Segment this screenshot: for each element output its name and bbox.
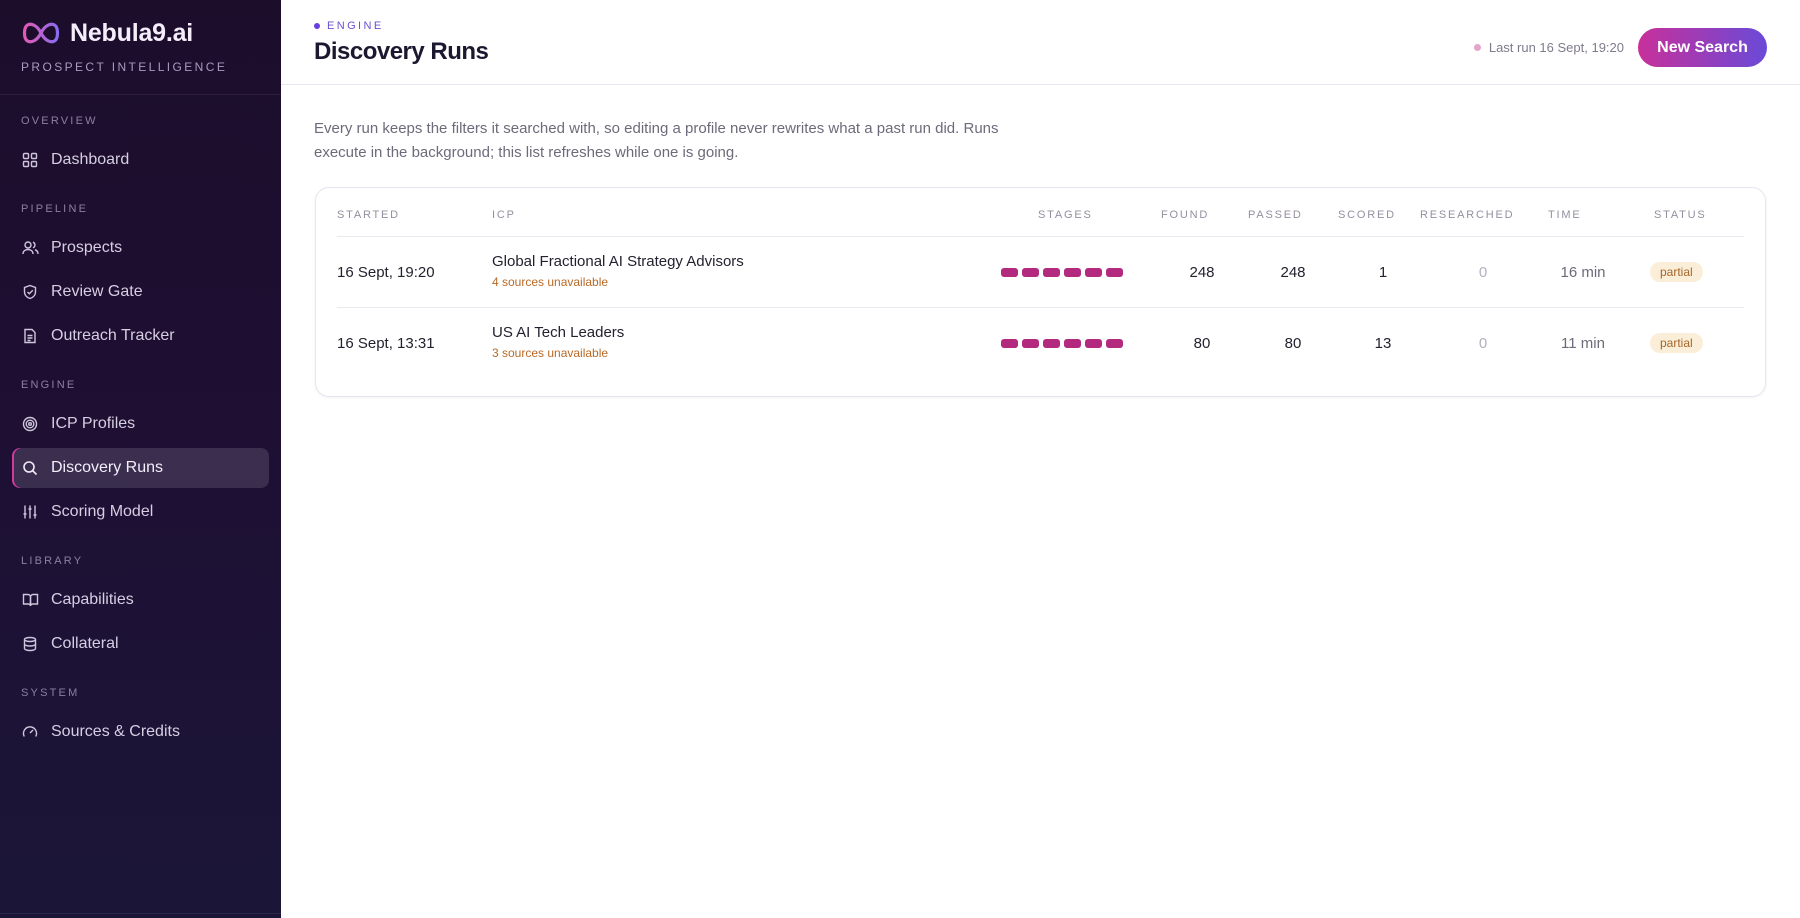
- stage-segment: [1022, 268, 1039, 277]
- sidebar-item-review-gate[interactable]: Review Gate: [12, 272, 269, 312]
- sidebar-footer-divider: [0, 913, 281, 914]
- passed-cell: 80: [1284, 335, 1302, 352]
- stages-indicator: [1001, 268, 1123, 277]
- sidebar-item-label: Capabilities: [51, 591, 134, 608]
- nav-section-system: SYSTEM: [21, 687, 80, 699]
- passed-cell: 248: [1280, 264, 1306, 281]
- column-header-time: TIME: [1548, 209, 1582, 221]
- brand-name: Nebula9.ai: [70, 18, 194, 47]
- sources-warning: 4 sources unavailable: [492, 275, 609, 289]
- table-row[interactable]: 16 Sept, 19:20 Global Fractional AI Stra…: [337, 237, 1744, 308]
- infinity-logo-icon: [21, 18, 61, 48]
- icp-cell[interactable]: US AI Tech Leaders 3 sources unavailable: [492, 324, 624, 360]
- scored-cell: 13: [1374, 335, 1392, 352]
- nav-section-engine: ENGINE: [21, 379, 77, 391]
- sidebar-item-dashboard[interactable]: Dashboard: [12, 140, 269, 180]
- status-badge: partial: [1650, 333, 1703, 353]
- icp-name: Global Fractional AI Strategy Advisors: [492, 253, 744, 270]
- table-row[interactable]: 16 Sept, 13:31 US AI Tech Leaders 3 sour…: [337, 308, 1744, 379]
- scored-cell: 1: [1378, 264, 1388, 281]
- sidebar-item-discovery-runs[interactable]: Discovery Runs: [12, 448, 269, 488]
- nav-section-pipeline: PIPELINE: [21, 203, 89, 215]
- icp-name: US AI Tech Leaders: [492, 324, 625, 341]
- grid-icon: [21, 151, 39, 169]
- time-cell: 16 min: [1560, 264, 1606, 281]
- time-cell: 11 min: [1561, 335, 1605, 352]
- found-cell: 80: [1193, 335, 1211, 352]
- eyebrow-label: ENGINE: [327, 20, 384, 32]
- column-header-researched: RESEARCHED: [1420, 209, 1515, 221]
- sidebar-item-label: Sources & Credits: [51, 723, 180, 740]
- nav-section-overview: OVERVIEW: [21, 115, 98, 127]
- users-icon: [21, 239, 39, 257]
- column-header-stages: STAGES: [1038, 209, 1093, 221]
- sources-warning: 3 sources unavailable: [492, 346, 609, 360]
- sidebar-item-capabilities[interactable]: Capabilities: [12, 580, 269, 620]
- stage-segment: [1064, 339, 1081, 348]
- column-header-passed: PASSED: [1248, 209, 1303, 221]
- column-header-found: FOUND: [1161, 209, 1210, 221]
- last-run-status: Last run 16 Sept, 19:20: [1473, 40, 1624, 55]
- page-header: ENGINE Discovery Runs Last run 16 Sept, …: [281, 0, 1800, 85]
- sidebar-item-icp-profiles[interactable]: ICP Profiles: [12, 404, 269, 444]
- sidebar-item-outreach-tracker[interactable]: Outreach Tracker: [12, 316, 269, 356]
- sidebar-item-label: Outreach Tracker: [51, 327, 175, 344]
- sidebar-item-sources-credits[interactable]: Sources & Credits: [12, 712, 269, 752]
- sidebar-item-label: Prospects: [51, 239, 123, 256]
- stage-segment: [1001, 268, 1018, 277]
- stage-segment: [1106, 268, 1123, 277]
- started-cell: 16 Sept, 13:31: [337, 335, 435, 352]
- column-header-icp: ICP: [492, 209, 516, 221]
- database-icon: [21, 635, 39, 653]
- started-cell: 16 Sept, 19:20: [337, 264, 435, 281]
- researched-cell: 0: [1478, 264, 1488, 281]
- stage-segment: [1043, 268, 1060, 277]
- sidebar: Nebula9.ai PROSPECT INTELLIGENCE OVERVIE…: [0, 0, 281, 918]
- brand-tagline: PROSPECT INTELLIGENCE: [21, 60, 228, 74]
- shield-check-icon: [21, 283, 39, 301]
- brand: Nebula9.ai PROSPECT INTELLIGENCE: [0, 0, 281, 95]
- stage-segment: [1085, 268, 1102, 277]
- stage-segment: [1043, 339, 1060, 348]
- sidebar-item-prospects[interactable]: Prospects: [12, 228, 269, 268]
- sidebar-item-scoring-model[interactable]: Scoring Model: [12, 492, 269, 532]
- column-header-scored: SCORED: [1338, 209, 1396, 221]
- status-dot-icon: [1473, 44, 1481, 51]
- sliders-icon: [21, 503, 39, 521]
- sidebar-item-collateral[interactable]: Collateral: [12, 624, 269, 664]
- sidebar-item-label: Discovery Runs: [51, 459, 164, 476]
- stage-segment: [1001, 339, 1018, 348]
- column-header-started: STARTED: [337, 209, 400, 221]
- sidebar-item-label: Collateral: [51, 635, 119, 652]
- nav-section-library: LIBRARY: [21, 555, 84, 567]
- eyebrow-dot-icon: [314, 23, 320, 29]
- target-icon: [21, 415, 39, 433]
- search-icon: [21, 459, 39, 477]
- status-badge: partial: [1650, 262, 1703, 282]
- runs-table: STARTED ICP STAGES FOUND PASSED SCORED R…: [315, 187, 1766, 397]
- book-icon: [21, 591, 39, 609]
- sidebar-item-label: Review Gate: [51, 283, 143, 300]
- stage-segment: [1106, 339, 1123, 348]
- found-cell: 248: [1189, 264, 1215, 281]
- new-search-button[interactable]: New Search: [1638, 28, 1767, 67]
- page-intro: Every run keeps the filters it searched …: [314, 120, 999, 161]
- page-eyebrow: ENGINE: [314, 20, 384, 32]
- column-header-status: STATUS: [1654, 209, 1707, 221]
- document-icon: [21, 327, 39, 345]
- researched-cell: 0: [1478, 335, 1488, 352]
- sidebar-item-label: ICP Profiles: [51, 415, 136, 432]
- gauge-icon: [21, 723, 39, 741]
- stages-indicator: [1001, 339, 1123, 348]
- sidebar-item-label: Scoring Model: [51, 503, 154, 520]
- page-title: Discovery Runs: [314, 38, 489, 65]
- last-run-text: Last run 16 Sept, 19:20: [1488, 40, 1624, 55]
- stage-segment: [1085, 339, 1102, 348]
- stage-segment: [1064, 268, 1081, 277]
- stage-segment: [1022, 339, 1039, 348]
- sidebar-item-label: Dashboard: [51, 151, 130, 168]
- icp-cell[interactable]: Global Fractional AI Strategy Advisors 4…: [492, 253, 744, 289]
